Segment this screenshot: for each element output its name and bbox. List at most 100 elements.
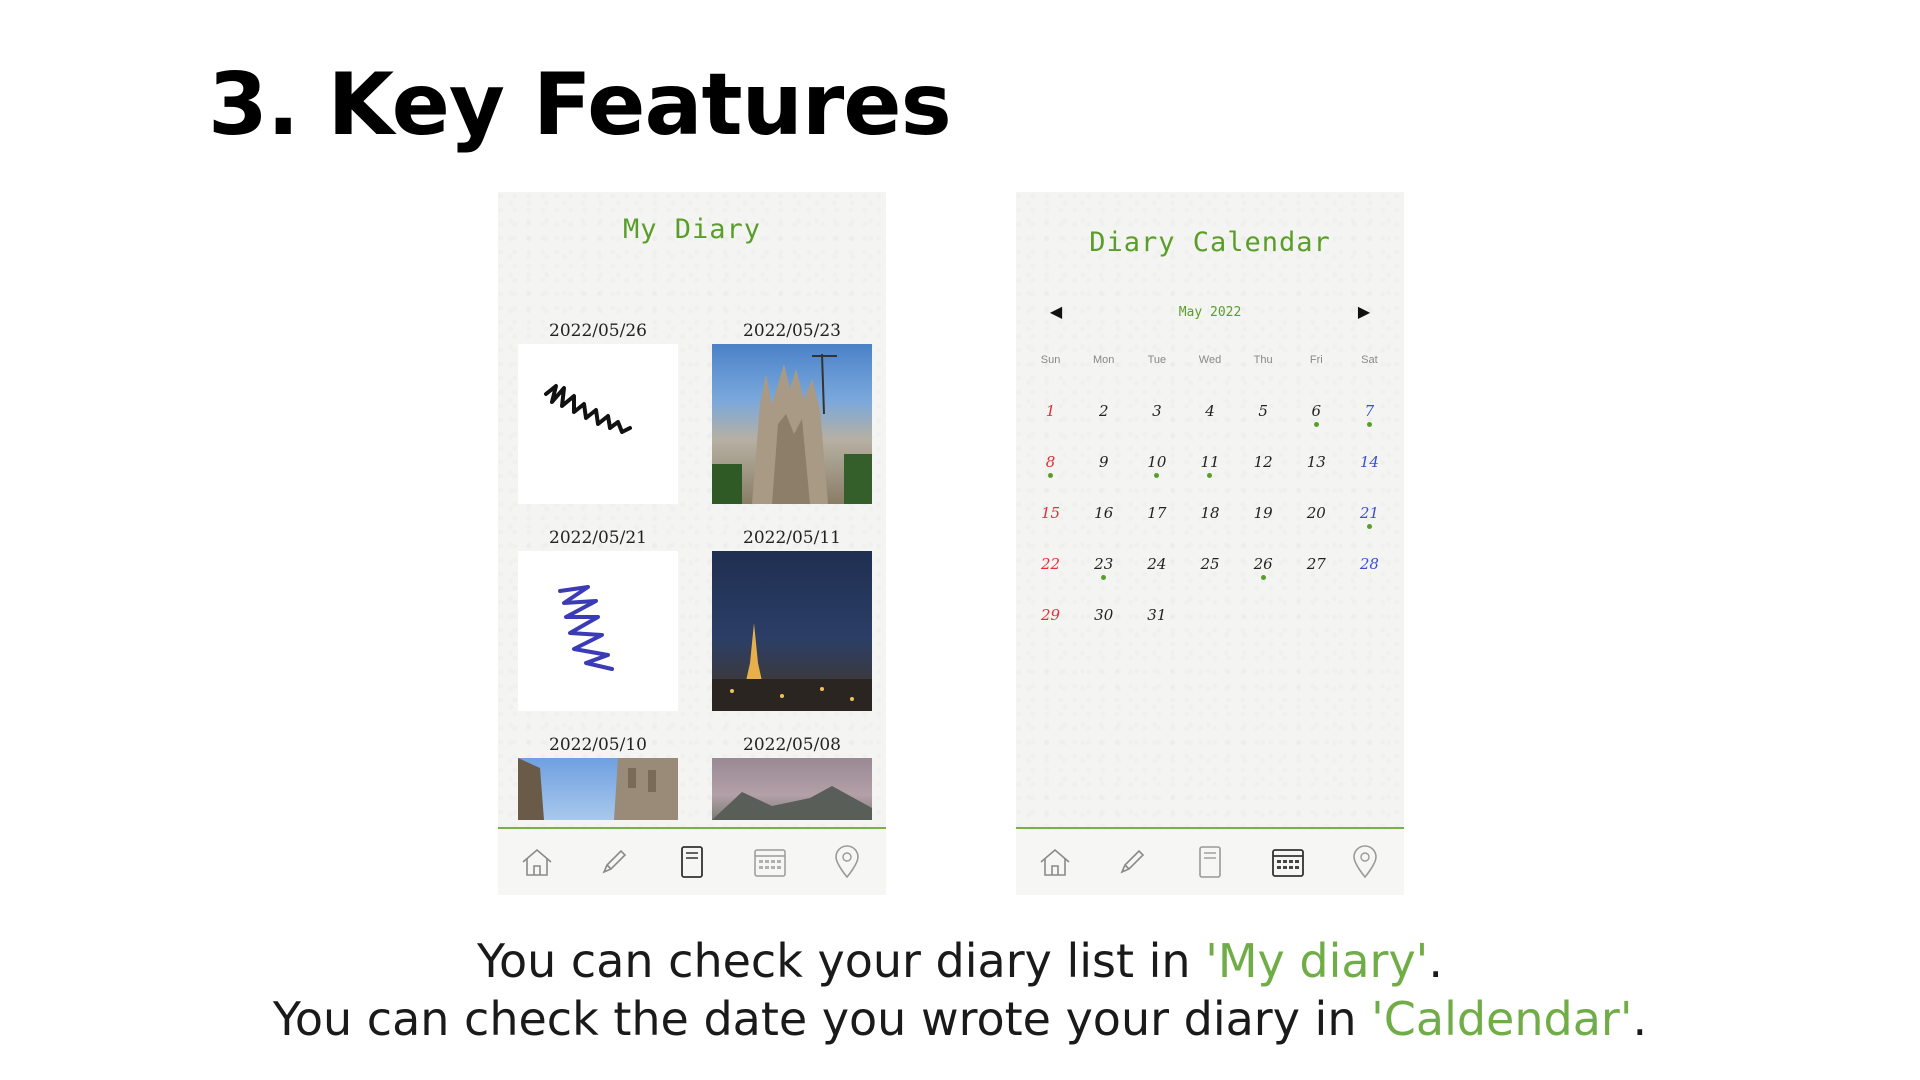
calendar-day[interactable]: 8 [1024, 453, 1077, 504]
diary-calendar-screenshot: Diary Calendar ◀ May 2022 ▶ Sun Mon Tue … [1016, 192, 1404, 895]
diary-date: 2022/05/10 [549, 735, 647, 755]
calendar-day[interactable]: 26 [1237, 555, 1290, 606]
calendar-day-number: 13 [1306, 453, 1326, 471]
calendar-day-number: 3 [1152, 402, 1162, 420]
caption-line-1: You can check your diary list in 'My dia… [0, 932, 1920, 990]
calendar-day[interactable]: 17 [1130, 504, 1183, 555]
location-pin-icon[interactable] [827, 842, 867, 882]
pencil-icon[interactable] [1112, 842, 1152, 882]
calendar-day[interactable]: 5 [1237, 402, 1290, 453]
diary-date: 2022/05/08 [743, 735, 841, 755]
diary-entry-dot [1154, 473, 1160, 478]
diary-entry[interactable]: 2022/05/26 [518, 320, 678, 504]
calendar-day[interactable]: 22 [1024, 555, 1077, 606]
diary-entry[interactable]: 2022/05/10 [518, 734, 678, 820]
calendar-day-number: 19 [1253, 504, 1273, 522]
calendar-day-number: 26 [1253, 555, 1273, 573]
calendar-day[interactable]: 3 [1130, 402, 1183, 453]
calendar-day[interactable]: 14 [1343, 453, 1396, 504]
diary-entry[interactable]: 2022/05/11 [712, 527, 872, 711]
location-pin-icon[interactable] [1345, 842, 1385, 882]
calendar-day-number: 30 [1094, 606, 1114, 624]
calendar-day-number: 17 [1147, 504, 1167, 522]
home-icon[interactable] [517, 842, 557, 882]
calendar-day[interactable]: 13 [1290, 453, 1343, 504]
caption-text: You can check the date you wrote your di… [272, 992, 1372, 1046]
caption-highlight: 'Caldendar' [1371, 992, 1633, 1046]
diary-entry-dot [1101, 575, 1107, 580]
calendar-day[interactable]: 27 [1290, 555, 1343, 606]
blue-scribble-thumbnail [518, 551, 678, 711]
calendar-day[interactable]: 10 [1130, 453, 1183, 504]
calendar-day[interactable]: 19 [1237, 504, 1290, 555]
calendar-day-number: 24 [1147, 555, 1167, 573]
calendar-day-number: 15 [1041, 504, 1061, 522]
eiffel-night-photo-thumbnail [712, 551, 872, 711]
calendar-day[interactable]: 7 [1343, 402, 1396, 453]
calendar-day[interactable]: 11 [1183, 453, 1236, 504]
calendar-day[interactable]: 16 [1077, 504, 1130, 555]
month-navigation: ◀ May 2022 ▶ [1046, 300, 1374, 324]
calendar-day-number: 4 [1205, 402, 1215, 420]
month-label: May 2022 [1178, 304, 1242, 320]
calendar-day[interactable]: 28 [1343, 555, 1396, 606]
calendar-day[interactable]: 6 [1290, 402, 1343, 453]
previous-month-arrow-icon[interactable]: ◀ [1046, 302, 1066, 322]
diary-date: 2022/05/23 [743, 321, 841, 341]
cathedral-photo-thumbnail [712, 344, 872, 504]
calendar-day[interactable]: 9 [1077, 453, 1130, 504]
weekday-label: Sun [1040, 354, 1061, 366]
calendar-day-number: 8 [1045, 453, 1056, 471]
notebook-icon[interactable] [1190, 842, 1230, 882]
calendar-day-number: 27 [1306, 555, 1326, 573]
slide: 3. Key Features My Diary 2022/05/26 2022… [0, 0, 1920, 1080]
home-icon[interactable] [1035, 842, 1075, 882]
calendar-day[interactable]: 21 [1343, 504, 1396, 555]
calendar-day[interactable]: 29 [1024, 606, 1077, 657]
notebook-icon[interactable] [672, 842, 712, 882]
caption-highlight: 'My diary' [1205, 934, 1429, 988]
calendar-day[interactable]: 30 [1077, 606, 1130, 657]
calendar-day-number: 20 [1306, 504, 1326, 522]
diary-entry[interactable]: 2022/05/21 [518, 527, 678, 711]
calendar-day[interactable]: 25 [1183, 555, 1236, 606]
calendar-day[interactable]: 24 [1130, 555, 1183, 606]
calendar-day-number: 10 [1147, 453, 1167, 471]
diary-entry[interactable]: 2022/05/23 [712, 320, 872, 504]
calendar-day[interactable]: 18 [1183, 504, 1236, 555]
caption-text: You can check your diary list in [477, 934, 1206, 988]
building-sky-photo-thumbnail [518, 758, 678, 820]
mountain-photo-thumbnail [712, 758, 872, 820]
calendar-day[interactable]: 23 [1077, 555, 1130, 606]
calendar-day-number: 14 [1359, 453, 1379, 471]
calendar-day[interactable]: 1 [1024, 402, 1077, 453]
diary-entry-dot [1366, 524, 1372, 529]
calendar-day-number: 28 [1359, 555, 1379, 573]
calendar-day-number: 25 [1200, 555, 1220, 573]
diary-date: 2022/05/21 [549, 528, 647, 548]
calendar-day[interactable]: 12 [1237, 453, 1290, 504]
pencil-icon[interactable] [594, 842, 634, 882]
calendar-day[interactable]: 4 [1183, 402, 1236, 453]
diary-entry[interactable]: 2022/05/08 [712, 734, 872, 820]
diary-entry-dot [1048, 473, 1054, 478]
calendar-day[interactable]: 20 [1290, 504, 1343, 555]
my-diary-screenshot: My Diary 2022/05/26 2022/05/23 2022/05/2… [498, 192, 886, 895]
slide-caption: You can check your diary list in 'My dia… [0, 932, 1920, 1048]
calendar-icon[interactable] [1268, 842, 1308, 882]
weekday-label: Wed [1198, 354, 1222, 366]
calendar-day-number: 22 [1041, 555, 1061, 573]
calendar-icon[interactable] [750, 842, 790, 882]
calendar-day-number: 2 [1098, 402, 1109, 420]
weekday-header: Sun Mon Tue Wed Thu Fri Sat [1024, 354, 1396, 366]
calendar-day-number: 11 [1200, 453, 1220, 471]
calendar-day[interactable]: 2 [1077, 402, 1130, 453]
weekday-label: Fri [1309, 354, 1323, 366]
diary-entry-dot [1207, 473, 1213, 478]
calendar-day[interactable]: 15 [1024, 504, 1077, 555]
calendar-day-number: 1 [1045, 402, 1056, 420]
calendar-day[interactable]: 31 [1130, 606, 1183, 657]
my-diary-title: My Diary [622, 214, 762, 245]
diary-entry-dot [1260, 575, 1266, 580]
next-month-arrow-icon[interactable]: ▶ [1354, 302, 1374, 322]
